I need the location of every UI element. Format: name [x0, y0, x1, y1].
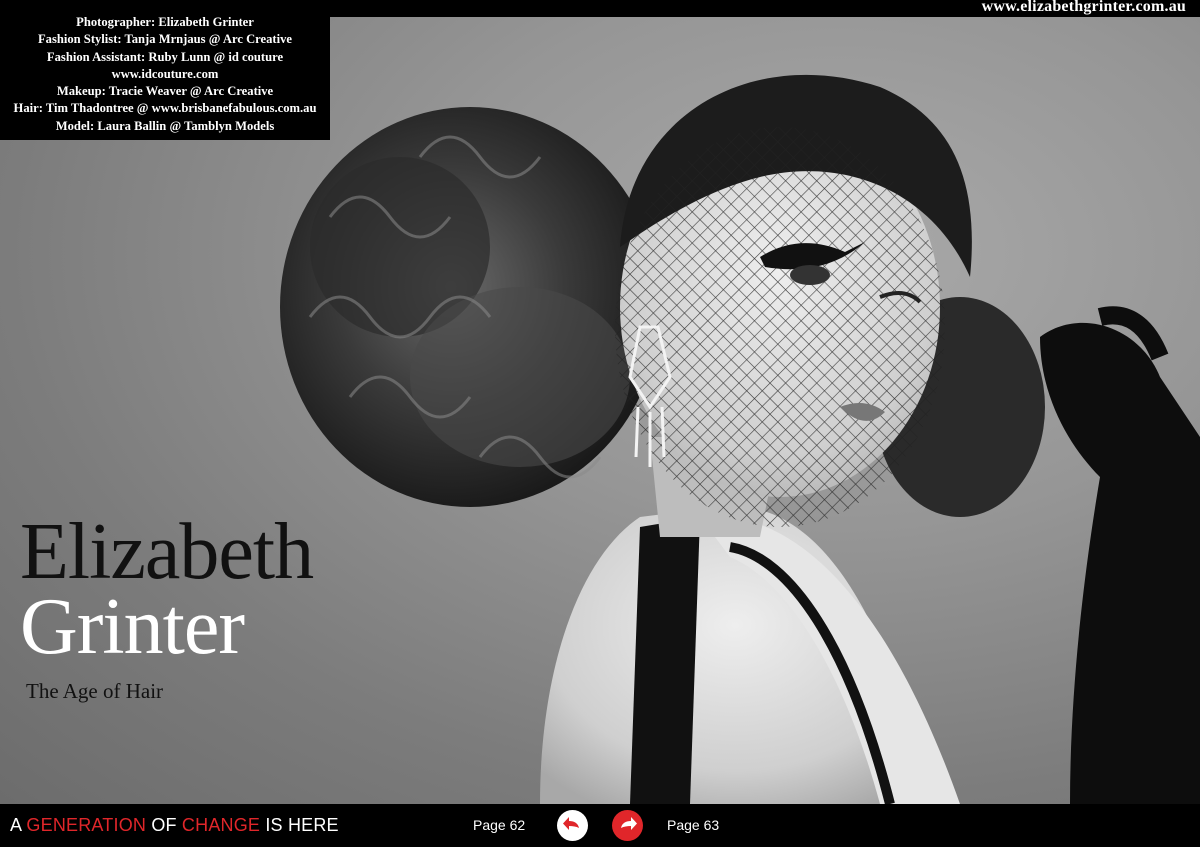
bottom-nav-bar: A GENERATION OF CHANGE IS HERE Page 62 P… [0, 804, 1200, 847]
headline-last-name: Grinter [20, 583, 245, 671]
credit-photographer: Photographer: Elizabeth Grinter [76, 15, 254, 29]
prev-page-label[interactable]: Page 62 [473, 817, 525, 833]
article-subtitle: The Age of Hair [26, 679, 164, 703]
slogan: A GENERATION OF CHANGE IS HERE [10, 815, 339, 836]
credit-website: www.idcouture.com [111, 66, 219, 81]
arrow-left-icon [563, 817, 579, 830]
slogan-word-is-here: IS HERE [265, 815, 339, 835]
credit-makeup: Makeup: Tracie Weaver @ Arc Creative [56, 84, 274, 99]
slogan-word-of: OF [151, 815, 177, 835]
photo-credits: Photographer: Elizabeth Grinter Fashion … [0, 0, 330, 140]
slogan-word-a: A [10, 815, 22, 835]
slogan-word-generation: GENERATION [26, 815, 147, 835]
credit-hair: Hair: Tim Thadontree @ www.brisbanefabul… [13, 101, 317, 116]
website-url[interactable]: www.elizabethgrinter.com.au [982, 0, 1186, 16]
credit-assistant: Fashion Assistant: Ruby Lunn @ id coutur… [46, 49, 284, 64]
next-page-button[interactable] [612, 810, 643, 841]
prev-page-button[interactable] [557, 810, 588, 841]
slogan-word-change: CHANGE [181, 815, 261, 835]
headline-first-name: Elizabeth [20, 508, 314, 596]
credit-model: Model: Laura Ballin @ Tamblyn Models [55, 118, 275, 133]
next-page-label[interactable]: Page 63 [667, 817, 719, 833]
credit-stylist: Fashion Stylist: Tanja Mrnjaus @ Arc Cre… [37, 32, 293, 47]
magazine-page: www.elizabethgrinter.com.au Photographer… [0, 0, 1200, 847]
arrow-right-icon [621, 817, 637, 830]
